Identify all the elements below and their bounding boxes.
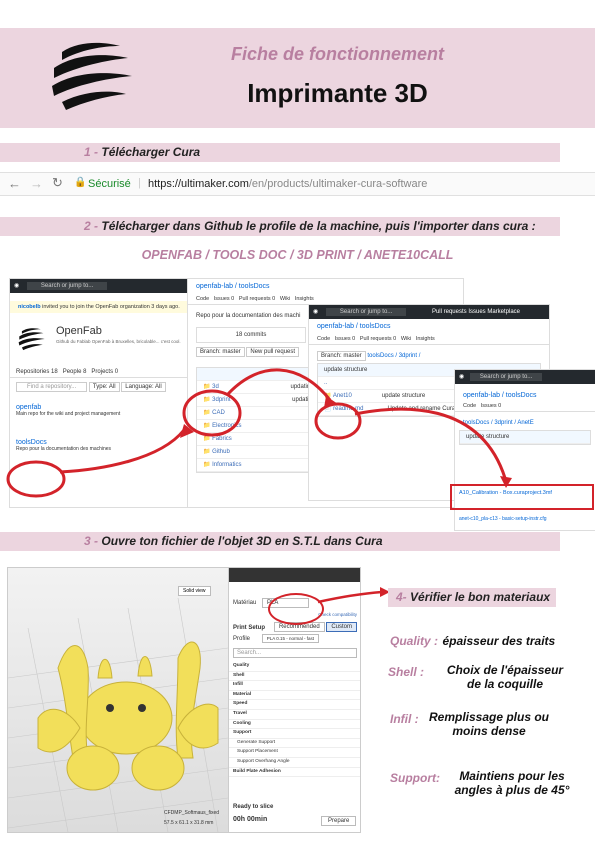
setting-row[interactable]: Quality [229,662,360,672]
step-2-text: Télécharger dans Github le profile de la… [101,219,536,233]
setting-label: Infill [233,682,243,688]
ready-label: Ready to slice [233,804,274,810]
material-label: Matériau [233,600,257,606]
check-quality-desc: épaisseur des traits [442,634,556,648]
header-subtitle: Fiche de fonctionnement [230,44,444,64]
setting-row[interactable]: Material [229,691,360,701]
check-quality-label: Quality : [390,634,439,648]
path-heading: OPENFAB / TOOLS DOC / 3D PRINT / ANETE10… [141,248,454,262]
check-support-label: Support: [390,771,440,785]
setting-label: Speed [233,701,248,707]
model-dims: 57.5 x 61.1 x 31.8 mm [164,820,214,826]
url-input[interactable]: https://ultimaker.com/en/products/ultima… [148,178,427,190]
setting-row[interactable]: Infill [229,681,360,691]
settings-list: Quality Shell Infill Material Speed Travel Coo… [229,662,360,778]
step-3-text: Ouvre ton fichier de l'objet 3D en S.T.L… [101,534,383,548]
step-4-band: 4- Vérifier le bon materiaux [388,588,556,607]
setting-row[interactable]: Support Overhang Angle [229,758,360,768]
settings-search-input[interactable]: Search... [233,648,357,658]
setting-row[interactable]: Speed [229,700,360,710]
step-3-band: 3 - Ouvre ton fichier de l'objet 3D en S… [0,532,560,551]
setting-label: Quality [233,663,250,668]
setting-label: Support Overhang Angle [237,758,290,764]
setting-label: Shell [233,672,245,678]
page-title: Imprimante 3D [247,78,428,108]
setting-row[interactable]: Support [229,729,360,739]
step-4-text: Vérifier le bon materiaux [410,590,551,604]
back-icon[interactable]: ← [8,176,21,191]
setting-label: Cooling [233,720,251,726]
step-1-number: 1 - [84,145,99,159]
prepare-button[interactable]: Prepare [321,816,357,826]
view-select[interactable]: Solid view [178,586,211,596]
cura-viewport[interactable]: CFDMP_Softmaus_fixed 57.5 x 61.1 x 31.8 … [8,568,228,832]
step-2-band: 2 - Télécharger dans Github le profile d… [0,217,560,236]
setting-row[interactable]: Travel [229,710,360,720]
secure-label: Sécurisé [88,178,131,190]
profile-label: Profile [233,636,251,642]
setting-label: Travel [233,710,247,716]
check-support: Support: Maintiens pour les angles à plu… [390,769,590,797]
setting-label: Support Placement [237,749,278,755]
setting-row[interactable]: Generate Support [229,739,360,749]
forward-icon[interactable]: → [30,176,43,191]
step-2-number: 2 - [84,219,99,233]
step-1-band: 1 - Télécharger Cura [0,143,560,162]
step-3-number: 3 - [84,534,99,548]
setting-row[interactable]: Cooling [229,720,360,730]
check-shell: Shell : Choix de l'épaisseur de la coqui… [388,663,588,691]
setting-row[interactable]: Shell [229,672,360,682]
setting-row[interactable]: Support Placement [229,748,360,758]
setting-label: Support [233,730,252,736]
url-host: https://ultimaker.com [148,178,249,190]
print-time: 00h 00min [233,816,268,823]
check-shell-label: Shell : [388,665,425,679]
cura-sidebar-top [229,568,360,582]
setting-row[interactable]: Build Plate Adhesion [229,768,360,778]
model-name: CFDMP_Softmaus_fixed [164,810,220,816]
setting-label: Generate Support [237,739,276,745]
custom-button[interactable]: Custom [326,622,357,632]
flow-arrows [6,368,512,498]
check-infill-label: Infil : [390,712,419,726]
reload-icon[interactable]: ↻ [52,175,63,191]
check-shell-desc: Choix de l'épaisseur de la coquille [446,663,564,691]
check-infill: Infil : Remplissage plus ou moins dense [390,710,590,738]
setting-label: Build Plate Adhesion [233,768,281,774]
url-path: /en/products/ultimaker-cura-software [248,178,428,190]
check-infill-desc: Remplissage plus ou moins dense [428,710,550,738]
step-1-text: Télécharger Cura [101,145,201,159]
browser-address-bar: ← → ↻ 🔒 Sécurisé | https://ultimaker.com… [0,172,595,196]
profile-select[interactable]: PLA 0.15 - normal - fast [261,634,319,643]
check-quality: Quality : épaisseur des traits [390,632,590,650]
octopus-model-icon[interactable] [28,608,228,798]
lock-icon: 🔒 [74,177,87,188]
setting-label: Material [233,691,252,697]
check-support-desc: Maintiens pour les angles à plus de 45° [454,769,570,797]
material-arrow [317,587,390,604]
url-separator: | [138,177,141,189]
step-4-number: 4- [396,590,407,604]
